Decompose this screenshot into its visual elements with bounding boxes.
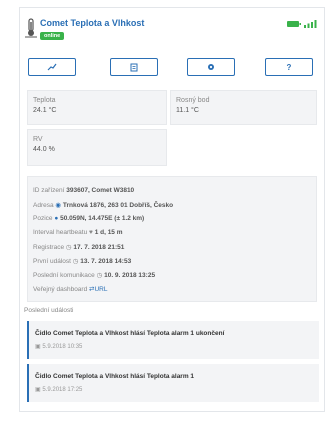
id-label: ID zařízení [33, 187, 65, 194]
document-icon [130, 63, 138, 71]
humidity-card: RV 44.0 % [27, 129, 167, 166]
event-item[interactable]: Čidlo Comet Teplota a Vlhkost hlásí Tepl… [27, 321, 319, 359]
info-id: ID zařízení 393607, Comet W3810 [33, 187, 134, 194]
humidity-label: RV [33, 136, 43, 143]
event-item[interactable]: Čidlo Comet Teplota a Vlhkost hlásí Tepl… [27, 364, 319, 402]
info-position: Pozice ● 50.059N, 14.475E (± 1.2 km) [33, 215, 144, 222]
document-button[interactable] [110, 58, 158, 76]
info-last-communication: Poslední komunikace ◷ 10. 9. 2018 13:25 [33, 271, 155, 279]
address-value: Trnková 1876, 263 01 Dobříš, Česko [62, 202, 174, 209]
status-badge: online [40, 32, 65, 40]
event-title: Čidlo Comet Teplota a Vlhkost hlásí Tepl… [35, 373, 195, 380]
address-label: Adresa [33, 202, 54, 209]
heart-icon: ♥ [89, 229, 93, 236]
calendar-icon: ▣ [35, 387, 41, 393]
heartbeat-label: Interval heartbeatu [33, 229, 88, 236]
last-comm-value: 10. 9. 2018 13:25 [104, 272, 156, 279]
info-heartbeat: Interval heartbeatu ♥ 1 d, 15 m [33, 229, 123, 236]
thermometer-icon [25, 18, 37, 38]
events-heading: Poslední události [24, 307, 74, 314]
battery-signal-icon [287, 20, 317, 28]
event-date: ▣ 5.9.2018 10:35 [35, 344, 83, 350]
registration-label: Registrace [33, 244, 65, 251]
info-first-event: První událost ◷ 13. 7. 2018 14:53 [33, 257, 131, 265]
gear-icon [208, 64, 214, 70]
map-pin-icon: ● [54, 215, 59, 222]
dewpoint-label: Rosný bod [176, 97, 210, 104]
help-button[interactable]: ? [265, 58, 313, 76]
chart-button[interactable] [28, 58, 76, 76]
position-value: 50.059N, 14.475E (± 1.2 km) [60, 215, 145, 222]
device-info: ID zařízení 393607, Comet W3810 Adresa ◉… [27, 176, 317, 302]
first-event-value: 13. 7. 2018 14:53 [80, 258, 132, 265]
dashboard-url-link[interactable]: URL [94, 286, 107, 293]
dewpoint-card: Rosný bod 11.1 °C [170, 90, 317, 125]
event-title: Čidlo Comet Teplota a Vlhkost hlásí Tepl… [35, 330, 225, 337]
info-address: Adresa ◉ Trnková 1876, 263 01 Dobříš, Če… [33, 201, 173, 209]
dashboard-label: Veřejný dashboard [33, 286, 88, 293]
temperature-label: Teplota [33, 97, 56, 104]
info-registration: Registrace ◷ 17. 7. 2018 21:51 [33, 243, 124, 251]
chart-icon [47, 63, 57, 71]
clock-icon: ◷ [96, 272, 103, 279]
temperature-card: Teplota 24.1 °C [27, 90, 167, 125]
heartbeat-value: 1 d, 15 m [94, 229, 123, 236]
clock-icon: ◷ [65, 244, 72, 251]
humidity-value: 44.0 % [33, 146, 55, 153]
device-panel: Comet Teplota a Vlhkost online ? Teplota… [19, 7, 325, 412]
location-icon: ◉ [55, 202, 62, 209]
dewpoint-value: 11.1 °C [176, 107, 199, 114]
registration-value: 17. 7. 2018 21:51 [73, 244, 125, 251]
device-header: Comet Teplota a Vlhkost online [20, 8, 324, 52]
action-buttons: ? [26, 58, 320, 82]
last-comm-label: Poslední komunikace [33, 272, 95, 279]
settings-button[interactable] [187, 58, 235, 76]
position-label: Pozice [33, 215, 53, 222]
event-date: ▣ 5.9.2018 17:25 [35, 387, 83, 393]
info-dashboard: Veřejný dashboard ⇄URL [33, 285, 108, 293]
device-title[interactable]: Comet Teplota a Vlhkost [40, 18, 144, 28]
calendar-icon: ▣ [35, 344, 41, 350]
temperature-value: 24.1 °C [33, 107, 57, 114]
id-value: 393607, Comet W3810 [66, 187, 135, 194]
first-event-label: První událost [33, 258, 71, 265]
clock-icon: ◷ [72, 258, 79, 265]
